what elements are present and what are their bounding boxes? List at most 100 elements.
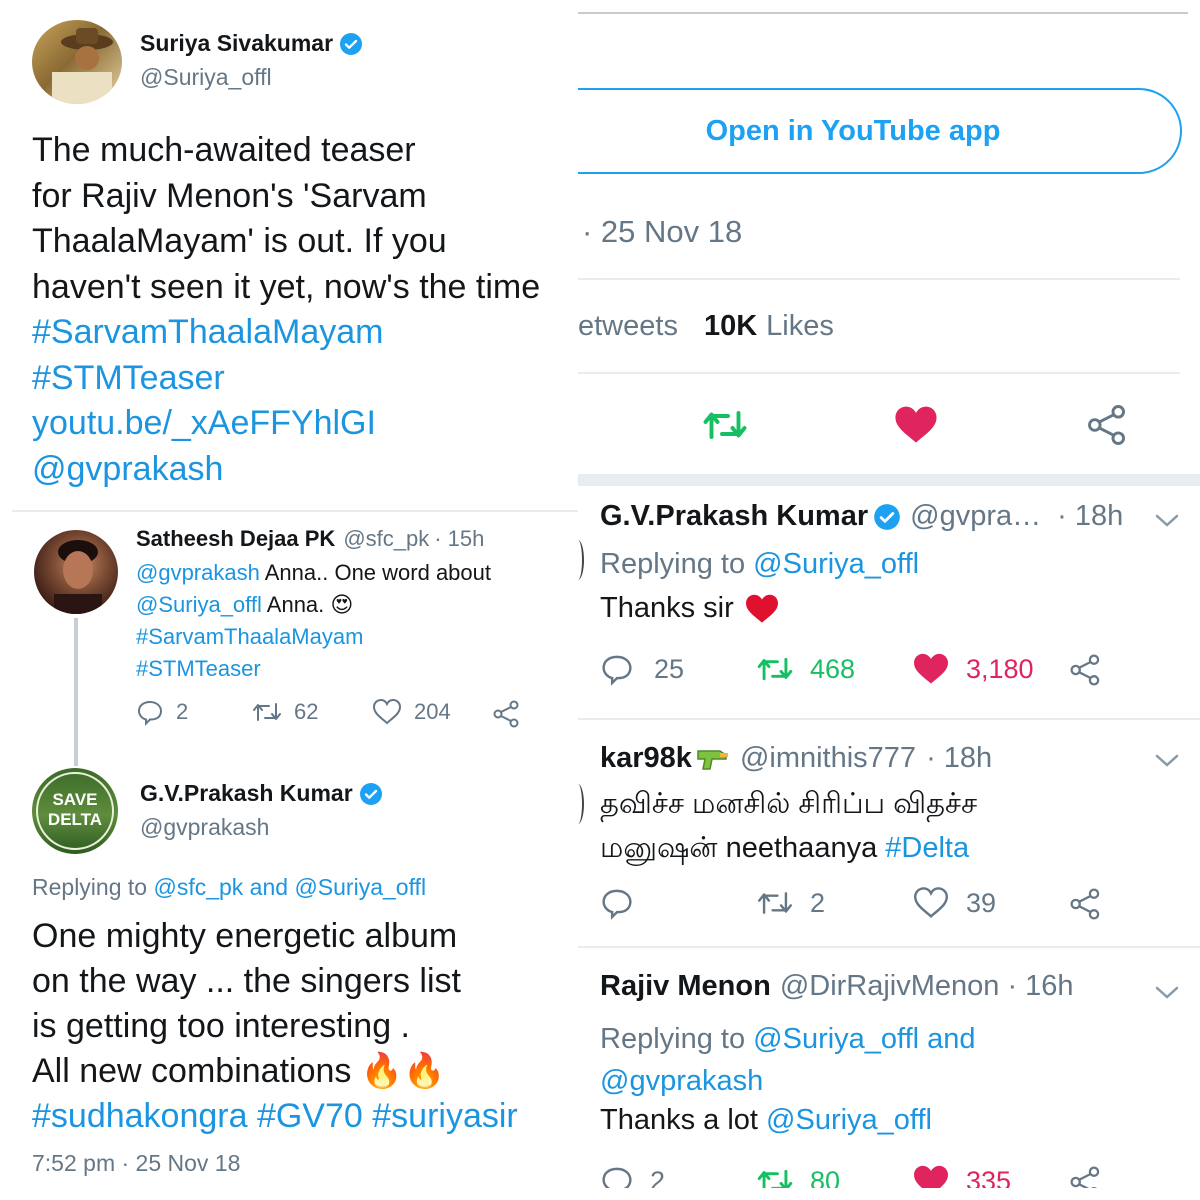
chevron-down-icon[interactable] — [1154, 512, 1180, 530]
share-icon — [492, 700, 522, 728]
reply1-author-name[interactable]: Satheesh Dejaa PK — [136, 526, 335, 552]
retweet-count: 2 — [810, 887, 826, 918]
reply-kar-line: தவிச்ச மனசில் சிரிப்ப விதச்ச — [600, 788, 978, 820]
share-button[interactable] — [1086, 404, 1130, 446]
reply2-timestamp[interactable]: 7:52 pm · 25 Nov 18 — [32, 1150, 240, 1177]
like-button[interactable]: 204 — [372, 698, 451, 726]
main-tweet-text: The much-awaited teaser for Rajiv Menon'… — [32, 128, 540, 492]
like-button[interactable]: 335 — [912, 1164, 1011, 1188]
open-in-youtube-app-button[interactable]: Open in YouTube app — [578, 88, 1182, 174]
mention-link[interactable]: @Suriya_offl — [753, 1023, 919, 1055]
avatar-edge — [578, 540, 584, 580]
reply-button[interactable]: 2 — [136, 698, 188, 726]
likes-label[interactable]: Likes — [766, 310, 834, 343]
main-tweet-line: The much-awaited teaser — [32, 131, 416, 169]
main-tweet-author-name[interactable]: Suriya Sivakumar — [140, 30, 333, 57]
reply-kar-text: தவிச்ச மனசில் சிரிப்ப விதச்ச மனுஷன் neet… — [600, 782, 977, 870]
divider — [578, 372, 1180, 374]
reply-icon — [600, 1164, 634, 1188]
avatar-text: DELTA — [47, 810, 103, 829]
reply-icon — [136, 698, 164, 726]
reply-button[interactable]: 25 — [600, 652, 684, 686]
share-button[interactable] — [492, 700, 522, 728]
reply-rajiv-actions: 2 80 335 — [578, 1164, 1200, 1188]
mention-link[interactable]: @Suriya_offl — [766, 1104, 932, 1136]
share-icon — [1068, 654, 1104, 686]
hashtag-link[interactable]: #SarvamThaalaMayam — [32, 310, 540, 356]
likes-count[interactable]: 10K — [704, 310, 757, 343]
mention-link[interactable]: @gvprakash — [600, 1060, 976, 1102]
retweet-button[interactable]: 62 — [252, 698, 318, 726]
retweet-button[interactable]: 468 — [756, 652, 855, 686]
mention-link[interactable]: @gvprakash — [32, 447, 540, 493]
main-tweet-avatar[interactable] — [32, 20, 122, 104]
share-button[interactable] — [1068, 888, 1104, 920]
hashtag-link[interactable]: #STMTeaser — [136, 653, 491, 685]
reply-kar-author-handle[interactable]: @imnithis777 — [740, 742, 916, 775]
reply1-author-handle[interactable]: @sfc_pk — [343, 526, 429, 552]
main-tweet-line: ThaalaMayam' is out. If you — [32, 222, 447, 260]
reply-rajiv-text-segment: Thanks a lot — [600, 1104, 767, 1136]
heart-icon — [912, 652, 950, 686]
retweet-button[interactable]: 2 — [756, 886, 825, 920]
hashtag-link[interactable]: #STMTeaser — [32, 356, 540, 402]
retweets-label[interactable]: etweets — [578, 310, 678, 343]
reply-kar-author-name[interactable]: kar98k — [600, 742, 692, 775]
retweet-button[interactable] — [700, 404, 750, 446]
main-tweet-author-handle[interactable]: @Suriya_offl — [140, 64, 272, 91]
reply-icon — [600, 886, 634, 920]
mention-link[interactable]: @gvprakash — [136, 560, 260, 585]
reply-gv-actions: 25 468 3,180 — [600, 652, 1140, 692]
reply2-line: All new combinations 🔥🔥 — [32, 1052, 446, 1090]
mention-link[interactable]: @Suriya_offl — [136, 592, 262, 617]
verified-badge-icon — [873, 503, 901, 531]
mention-link[interactable]: @sfc_pk — [153, 874, 243, 900]
reply-button[interactable] — [600, 886, 634, 920]
divider — [578, 718, 1200, 720]
hashtag-link[interactable]: #sudhakongra #GV70 #suriyasir — [32, 1094, 518, 1139]
hashtag-link[interactable]: #Delta — [885, 832, 969, 864]
like-button[interactable] — [894, 404, 938, 446]
reply2-replying-to: Replying to @sfc_pk and @Suriya_offl — [32, 874, 426, 901]
retweet-icon — [756, 652, 794, 686]
mention-link[interactable]: @Suriya_offl — [753, 548, 919, 580]
reply2-author-handle[interactable]: @gvprakash — [140, 814, 269, 841]
reply-gv-author-handle[interactable]: @gvpra… — [910, 500, 1041, 533]
reply2-author-name[interactable]: G.V.Prakash Kumar — [140, 780, 353, 807]
reply1-avatar[interactable] — [34, 530, 118, 614]
chevron-down-icon[interactable] — [1154, 984, 1180, 1002]
tweet-date[interactable]: · 25 Nov 18 — [582, 214, 742, 250]
share-button[interactable] — [1068, 654, 1104, 686]
avatar-text: SAVE — [52, 790, 98, 809]
main-tweet-line: haven't seen it yet, now's the time — [32, 267, 541, 306]
reply2-text: One mighty energetic album on the way ..… — [32, 914, 518, 1139]
retweet-icon — [252, 698, 282, 726]
reply-gv-author-name[interactable]: G.V.Prakash Kumar — [600, 500, 868, 533]
youtube-link[interactable]: youtu.be/_xAeFFYhlGI — [32, 401, 540, 447]
retweet-count: 62 — [294, 699, 319, 724]
reply-kar-actions: 2 39 — [600, 886, 1140, 926]
mention-link[interactable]: @Suriya_offl — [294, 874, 426, 900]
like-button[interactable]: 3,180 — [912, 652, 1034, 686]
share-button[interactable] — [1068, 1166, 1104, 1188]
share-icon — [1068, 888, 1104, 920]
retweet-button[interactable]: 80 — [756, 1164, 840, 1188]
reply1-time[interactable]: · 15h — [434, 526, 484, 552]
avatar-photo — [52, 28, 113, 104]
reply-gv-time[interactable]: · 18h — [1057, 500, 1123, 533]
like-button[interactable]: 39 — [912, 886, 996, 920]
reply-rajiv-author-handle[interactable]: @DirRajivMenon — [780, 970, 1000, 1003]
reply-rajiv-text: Thanks a lot @Suriya_offl — [600, 1104, 932, 1137]
thread-line — [74, 618, 78, 766]
divider — [578, 1188, 1200, 1200]
verified-badge-icon — [359, 782, 383, 806]
retweet-icon — [700, 404, 750, 446]
chevron-down-icon[interactable] — [1154, 752, 1180, 770]
reply-rajiv-author-name[interactable]: Rajiv Menon — [600, 970, 771, 1003]
reply-button[interactable]: 2 — [600, 1164, 665, 1188]
reply-kar-time[interactable]: · 18h — [926, 742, 992, 775]
heart-icon — [372, 698, 402, 726]
reply-rajiv-time[interactable]: · 16h — [1007, 970, 1073, 1003]
reply2-avatar[interactable]: SAVE DELTA — [32, 768, 118, 854]
hashtag-link[interactable]: #SarvamThaalaMayam — [136, 621, 491, 653]
